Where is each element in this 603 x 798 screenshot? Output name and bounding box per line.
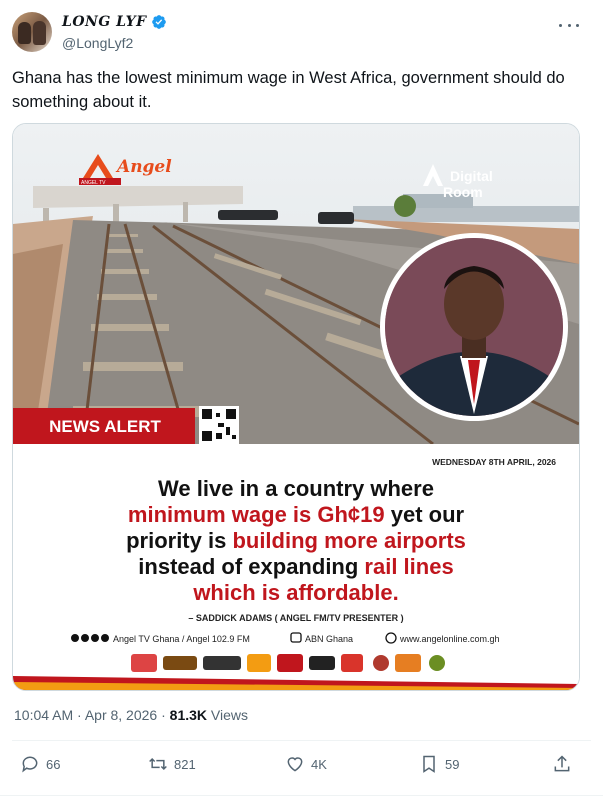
svg-text:Room: Room bbox=[443, 184, 483, 200]
divider bbox=[12, 740, 591, 741]
presenter-portrait bbox=[380, 233, 568, 421]
news-attribution: – SADDICK ADAMS ( ANGEL FM/TV PRESENTER … bbox=[188, 613, 403, 623]
views-count: 81.3K bbox=[169, 707, 208, 723]
name-row: LONG LYF bbox=[62, 14, 167, 30]
news-graphic: Angel ANGEL TV Digital Room NEWS ALERT W… bbox=[13, 124, 579, 690]
svg-text:We live in a country where: We live in a country where bbox=[158, 476, 434, 501]
svg-text:Digital: Digital bbox=[450, 168, 493, 184]
repost-button[interactable]: 821 bbox=[148, 754, 196, 774]
divider-bottom bbox=[0, 795, 603, 796]
like-button[interactable]: 4K bbox=[285, 754, 327, 774]
more-options-button[interactable] bbox=[559, 18, 579, 32]
bookmark-button[interactable]: 59 bbox=[419, 754, 459, 774]
news-alert-text: NEWS ALERT bbox=[49, 417, 161, 436]
svg-text:ABN Ghana: ABN Ghana bbox=[305, 634, 353, 644]
bookmark-icon bbox=[423, 755, 435, 773]
reply-icon bbox=[22, 756, 38, 773]
tweet-text: Ghana has the lowest minimum wage in Wes… bbox=[12, 69, 565, 111]
tweet-header: LONG LYF @LongLyf2 bbox=[10, 8, 593, 58]
handle[interactable]: @LongLyf2 bbox=[62, 35, 133, 51]
verified-badge-icon bbox=[151, 15, 166, 29]
tweet-timestamp[interactable]: 10:04 AM · Apr 8, 2026 · 81.3K Views bbox=[14, 707, 248, 723]
svg-text:instead of expanding rail line: instead of expanding rail lines bbox=[138, 554, 453, 579]
svg-text:priority is building more airp: priority is building more airports bbox=[126, 528, 466, 553]
share-icon bbox=[554, 755, 570, 772]
qr-code bbox=[199, 406, 239, 444]
heart-icon bbox=[287, 757, 303, 772]
svg-text:Angel TV Ghana / Angel 102.9 F: Angel TV Ghana / Angel 102.9 FM bbox=[113, 634, 250, 644]
repost-icon bbox=[149, 757, 167, 771]
tweet-media-image[interactable]: Angel ANGEL TV Digital Room NEWS ALERT W… bbox=[12, 123, 580, 691]
display-name[interactable]: LONG LYF bbox=[62, 14, 147, 30]
reply-button[interactable]: 66 bbox=[20, 754, 60, 774]
svg-text:which is affordable.: which is affordable. bbox=[192, 580, 398, 605]
angel-logo-sub: ANGEL TV bbox=[81, 180, 106, 186]
sponsor-logos bbox=[131, 654, 445, 672]
angel-logo-text: Angel bbox=[115, 157, 172, 177]
news-date: WEDNESDAY 8TH APRIL, 2026 bbox=[432, 457, 556, 467]
svg-text:minimum wage is Gh¢19 yet our: minimum wage is Gh¢19 yet our bbox=[128, 502, 465, 527]
tweet-actions: 66 821 4K 59 bbox=[12, 754, 591, 778]
share-button[interactable] bbox=[552, 754, 572, 774]
svg-text:www.angelonline.com.gh: www.angelonline.com.gh bbox=[399, 634, 500, 644]
avatar[interactable] bbox=[12, 12, 52, 52]
